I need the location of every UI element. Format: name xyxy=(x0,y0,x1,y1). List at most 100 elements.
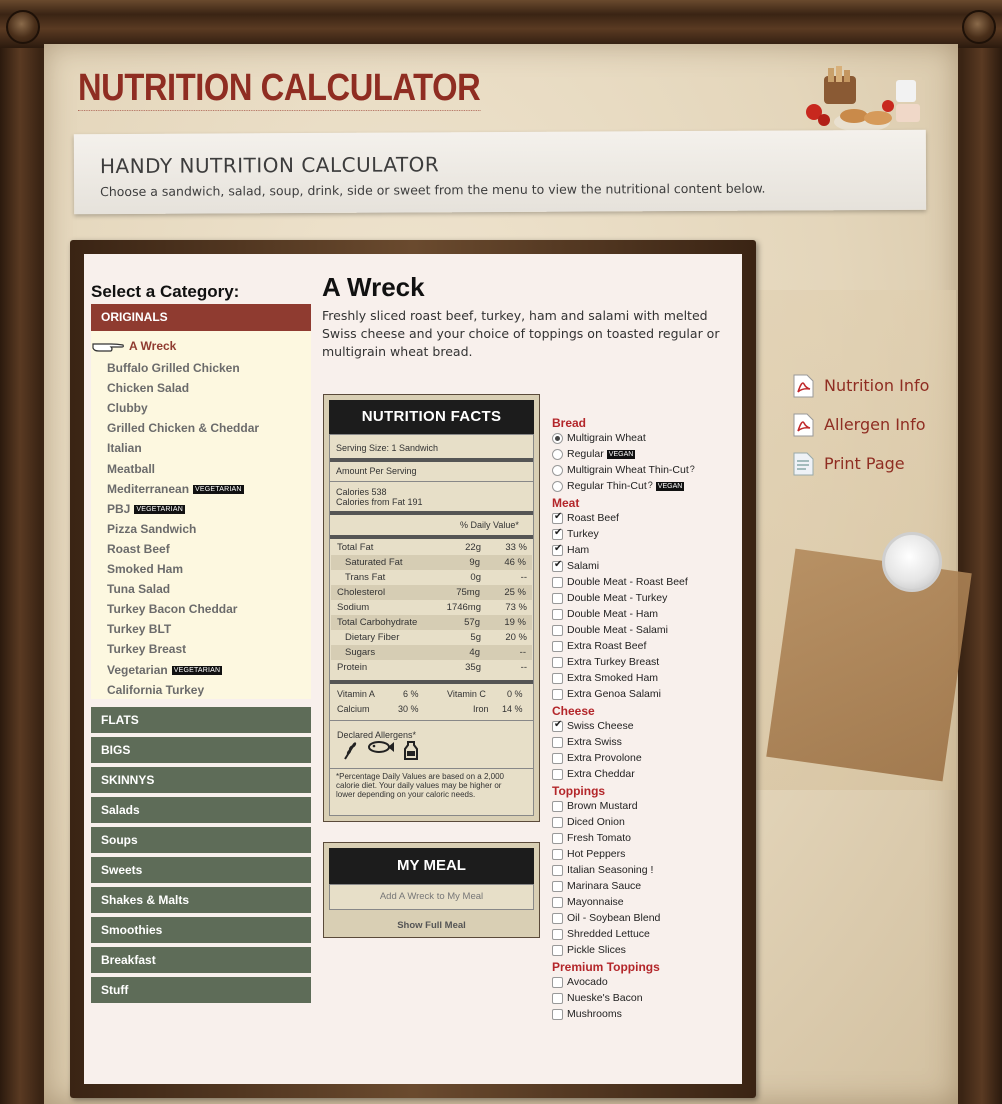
category-item-california-turkey[interactable]: California Turkey xyxy=(107,683,204,697)
category-item-a-wreck[interactable]: A Wreck xyxy=(92,339,176,353)
option-label-text: Shredded Lettuce xyxy=(567,928,650,940)
vegetarian-badge: VEGETARIAN xyxy=(134,505,185,515)
checkbox[interactable] xyxy=(552,929,563,940)
divider xyxy=(330,481,533,482)
option-label: Brown Mustard xyxy=(567,800,638,812)
radio-button[interactable] xyxy=(552,481,563,492)
option-label: Extra Roast Beef xyxy=(567,640,646,652)
option-label-text: Nueske's Bacon xyxy=(567,992,643,1004)
checkbox[interactable] xyxy=(552,945,563,956)
nutrient-row-cholesterol: Cholesterol 75mg 25 % xyxy=(331,585,532,600)
checkbox[interactable] xyxy=(552,577,563,588)
add-to-meal-button[interactable]: Add A Wreck to My Meal xyxy=(329,884,534,910)
wheat-icon xyxy=(344,742,357,760)
category-soups-button[interactable]: Soups xyxy=(91,827,311,853)
document-icon xyxy=(793,452,814,476)
nutrient-row-trans-fat: Trans Fat 0g -- xyxy=(337,570,527,585)
checkbox[interactable] xyxy=(552,1009,563,1020)
category-bigs-button[interactable]: BIGS xyxy=(91,737,311,763)
checkbox[interactable] xyxy=(552,897,563,908)
category-skinnys-button[interactable]: SKINNYS xyxy=(91,767,311,793)
checkbox[interactable] xyxy=(552,719,563,732)
option-label: Extra Cheddar xyxy=(567,768,635,780)
nutrient-label: Total Carbohydrate xyxy=(337,617,418,628)
checkbox[interactable] xyxy=(552,993,563,1004)
nutrient-amount: 35g xyxy=(465,662,481,673)
nutrient-daily-percent: -- xyxy=(520,662,527,673)
checkbox[interactable] xyxy=(552,753,563,764)
checkbox[interactable] xyxy=(552,913,563,924)
checkbox[interactable] xyxy=(552,737,563,748)
category-item-turkey-breast[interactable]: Turkey Breast xyxy=(107,642,186,656)
checkbox[interactable] xyxy=(552,609,563,620)
checkbox[interactable] xyxy=(552,849,563,860)
divider xyxy=(330,458,533,462)
category-item-italian[interactable]: Italian xyxy=(107,441,142,455)
category-shakes-malts-button[interactable]: Shakes & Malts xyxy=(91,887,311,913)
checkbox[interactable] xyxy=(552,657,563,668)
option-label: Multigrain Wheat Thin-Cut? xyxy=(567,464,695,476)
category-item-pizza-sandwich[interactable]: Pizza Sandwich xyxy=(107,522,196,536)
radio-button[interactable] xyxy=(552,465,563,476)
checkbox[interactable] xyxy=(552,865,563,876)
option-label-text: Double Meat - Turkey xyxy=(567,592,668,604)
category-flats-button[interactable]: FLATS xyxy=(91,707,311,733)
category-item-pbj[interactable]: PBJ VEGETARIAN xyxy=(107,502,185,516)
paper-bag-decoration xyxy=(766,548,972,782)
checkbox[interactable] xyxy=(552,527,563,540)
category-item-clubby[interactable]: Clubby xyxy=(107,401,148,415)
nutrient-amount: 22g xyxy=(465,542,481,553)
checkbox[interactable] xyxy=(552,817,563,828)
option-label: Extra Smoked Ham xyxy=(567,672,658,684)
option-label: Extra Provolone xyxy=(567,752,642,764)
category-item-label: Pizza Sandwich xyxy=(107,521,197,536)
radio-button[interactable] xyxy=(552,433,563,444)
checkbox[interactable] xyxy=(552,977,563,988)
category-originals-button[interactable]: ORIGINALS xyxy=(91,304,311,331)
category-item-roast-beef[interactable]: Roast Beef xyxy=(107,542,170,556)
checkbox[interactable] xyxy=(552,641,563,652)
fish-icon xyxy=(368,741,394,753)
show-full-meal-link[interactable]: Show Full Meal xyxy=(329,920,534,931)
checkbox[interactable] xyxy=(552,881,563,892)
option-label-text: Diced Onion xyxy=(567,816,625,828)
nutrient-amount: 5g xyxy=(470,632,481,643)
category-item-chicken-salad[interactable]: Chicken Salad xyxy=(107,381,189,395)
divider xyxy=(330,768,533,769)
help-icon[interactable]: ? xyxy=(690,464,695,474)
option-label: Pickle Slices xyxy=(567,944,626,956)
checkbox[interactable] xyxy=(552,801,563,812)
category-stuff-button[interactable]: Stuff xyxy=(91,977,311,1003)
category-item-buffalo-grilled-chicken[interactable]: Buffalo Grilled Chicken xyxy=(107,361,240,375)
checkbox[interactable] xyxy=(552,625,563,636)
category-item-smoked-ham[interactable]: Smoked Ham xyxy=(107,562,183,576)
checkbox[interactable] xyxy=(552,769,563,780)
category-breakfast-button[interactable]: Breakfast xyxy=(91,947,311,973)
checkbox[interactable] xyxy=(552,673,563,684)
checkbox[interactable] xyxy=(552,543,563,556)
nutrient-daily-percent: -- xyxy=(519,647,526,658)
category-item-grilled-chicken-cheddar[interactable]: Grilled Chicken & Cheddar xyxy=(107,421,259,435)
checkbox[interactable] xyxy=(552,511,563,524)
option-label-text: Oil - Soybean Blend xyxy=(567,912,661,924)
help-icon[interactable]: ? xyxy=(648,480,653,490)
category-item-turkey-bacon-cheddar[interactable]: Turkey Bacon Cheddar xyxy=(107,602,237,616)
category-item-tuna-salad[interactable]: Tuna Salad xyxy=(107,582,170,596)
checkbox[interactable] xyxy=(552,833,563,844)
category-item-vegetarian[interactable]: Vegetarian VEGETARIAN xyxy=(107,663,223,677)
category-sweets-button[interactable]: Sweets xyxy=(91,857,311,883)
category-salads-button[interactable]: Salads xyxy=(91,797,311,823)
radio-button[interactable] xyxy=(552,449,563,460)
checkbox[interactable] xyxy=(552,559,563,572)
category-item-mediterranean[interactable]: Mediterranean VEGETARIAN xyxy=(107,482,244,496)
checkbox[interactable] xyxy=(552,593,563,604)
premium-toppings-group-label: Premium Toppings xyxy=(552,960,660,974)
option-label-text: Fresh Tomato xyxy=(567,832,631,844)
checkbox[interactable] xyxy=(552,689,563,700)
nutrient-daily-percent: -- xyxy=(520,572,527,583)
option-label-text: Pickle Slices xyxy=(567,944,626,956)
category-smoothies-button[interactable]: Smoothies xyxy=(91,917,311,943)
category-item-meatball[interactable]: Meatball xyxy=(107,462,155,476)
category-item-turkey-blt[interactable]: Turkey BLT xyxy=(107,622,171,636)
nutrient-label: Trans Fat xyxy=(345,572,386,583)
